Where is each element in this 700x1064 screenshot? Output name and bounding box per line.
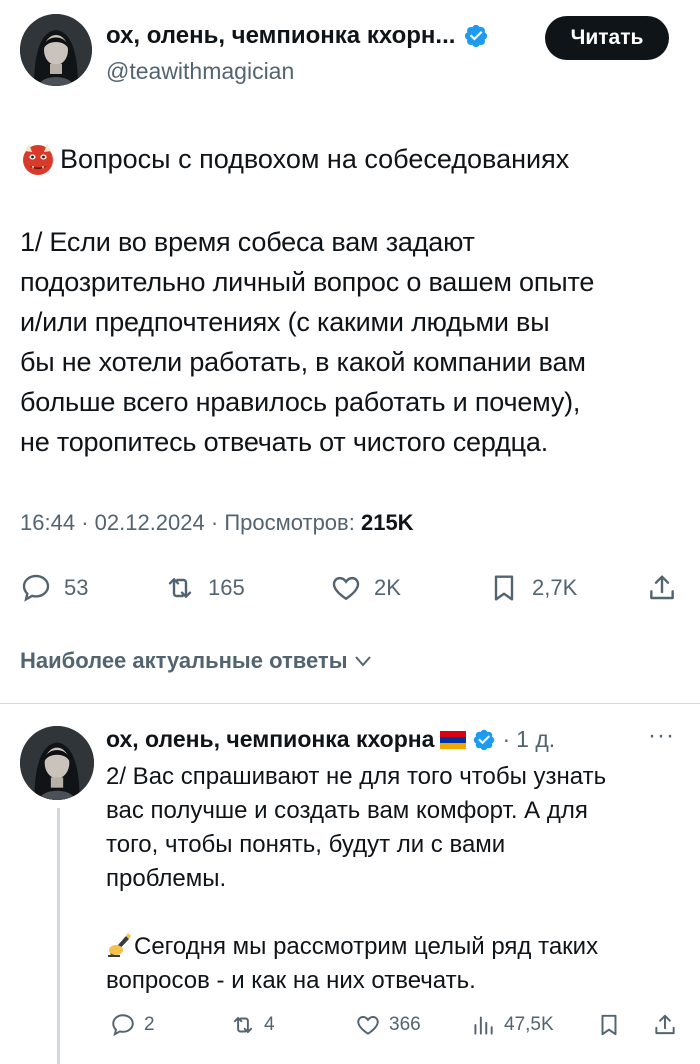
author-name-row[interactable]: ох, олень, чемпионка кхорн...	[106, 22, 489, 50]
ogre-emoji-icon	[23, 144, 53, 175]
retweet-icon	[233, 1016, 253, 1034]
tweet-meta: 16:44 · 02.12.2024 · Просмотров: 215K	[20, 510, 414, 536]
reply-body-line: вопросов - и как на них отвечать.	[106, 967, 476, 994]
meta-separator: ·	[210, 510, 225, 535]
reply-icon	[22, 574, 50, 602]
tweet-body-line: подозрительно личный вопрос о вашем опыт…	[20, 267, 595, 297]
tweet-title-text: Вопросы с подвохом на собеседованиях	[60, 144, 570, 174]
reply-like-button[interactable]: 366	[355, 1012, 421, 1038]
reply-views-count: 47,5K	[504, 1014, 554, 1035]
bookmark-button[interactable]: 2,7K	[488, 572, 577, 604]
tweet-body-line: не торопитесь отвечать от чистого сердца…	[20, 427, 549, 457]
reply-reply-count: 2	[144, 1014, 155, 1035]
reply-icon	[112, 1014, 134, 1037]
like-count: 2K	[374, 575, 401, 600]
reply-share-button[interactable]	[652, 1012, 678, 1038]
analytics-icon	[474, 1016, 493, 1035]
retweet-icon	[168, 578, 192, 598]
reply-retweet-count: 4	[264, 1014, 275, 1035]
reply-reply-button[interactable]: 2	[110, 1012, 155, 1038]
bookmark-count: 2,7K	[532, 575, 578, 600]
reply-body-line: вас получше и создать вам комфорт. А для	[106, 797, 588, 824]
share-icon	[650, 575, 674, 600]
views-count: 215K	[360, 510, 414, 535]
reply-button[interactable]: 53	[20, 572, 88, 604]
reply-author-name[interactable]: ох, олень, чемпионка кхорна	[106, 726, 434, 753]
bookmark-icon	[494, 575, 514, 601]
reply-actions-bar: 2 4 366 47,5K	[0, 1008, 700, 1048]
tweet-body-line: и/или предпочтениях (с какими людьми вы	[20, 307, 550, 337]
reply-time-separator: ·	[502, 726, 511, 752]
replies-sort-label: Наиболее актуальные ответы	[20, 648, 348, 673]
retweet-button[interactable]: 165	[164, 572, 245, 604]
meta-separator: ·	[81, 510, 95, 535]
like-button[interactable]: 2K	[330, 572, 401, 604]
author-avatar[interactable]	[20, 14, 92, 86]
writing-hand-emoji-icon	[108, 933, 131, 957]
reply-count: 53	[64, 575, 89, 600]
share-icon	[655, 1014, 675, 1035]
tweet-date[interactable]: 02.12.2024	[95, 510, 205, 535]
reply-body-line: того, чтобы понять, будут ли с вами	[106, 831, 506, 858]
tweet-title: Вопросы с подвохом на собеседованиях	[20, 140, 569, 178]
section-divider	[0, 703, 700, 704]
reply-body-line: проблемы.	[106, 865, 227, 892]
author-name[interactable]: ох, олень, чемпионка кхорн...	[106, 22, 455, 50]
reply-body-line: Сегодня мы рассмотрим целый ряд таких	[106, 930, 696, 964]
tweet-body: 1/ Если во время собеса вам задают подоз…	[20, 222, 690, 462]
verified-badge-icon	[474, 729, 495, 750]
follow-button[interactable]: Читать	[545, 16, 669, 60]
reply-like-count: 366	[389, 1014, 421, 1035]
more-options-icon[interactable]: ···	[648, 722, 675, 750]
tweet-body-line: 1/ Если во время собеса вам задают	[20, 227, 475, 257]
tweet-body-line: бы не хотели работать, в какой компании …	[20, 347, 586, 377]
reply-author-avatar[interactable]	[20, 726, 94, 800]
chevron-down-icon	[355, 656, 372, 667]
avatar-image	[20, 14, 92, 86]
tweet-body-line: больше всего нравилось работать и почему…	[20, 387, 581, 417]
avatar-image	[20, 726, 94, 800]
tweet-time[interactable]: 16:44	[20, 510, 75, 535]
share-button[interactable]	[646, 572, 678, 604]
reply-header: ох, олень, чемпионка кхорна · 1 д.	[106, 726, 555, 753]
heart-icon	[357, 1016, 379, 1035]
retweet-count: 165	[208, 575, 245, 600]
reply-body-line: 2/ Вас спрашивают не для того чтобы узна…	[106, 763, 607, 790]
author-handle[interactable]: @teawithmagician	[106, 58, 294, 85]
reply-retweet-button[interactable]: 4	[230, 1012, 275, 1038]
reply-bookmark-button[interactable]	[596, 1012, 622, 1038]
reply-time[interactable]: 1 д.	[516, 726, 555, 753]
replies-sort-dropdown[interactable]: Наиболее актуальные ответы	[20, 648, 373, 674]
bookmark-icon	[601, 1014, 617, 1036]
views-label: Просмотров:	[224, 510, 355, 535]
reply-body-text: Сегодня мы рассмотрим целый ряд таких	[134, 933, 599, 960]
heart-icon	[332, 576, 360, 601]
verified-badge-icon	[465, 24, 488, 48]
armenia-flag-icon	[440, 730, 467, 749]
reply-body: 2/ Вас спрашивают не для того чтобы узна…	[106, 760, 696, 998]
tweet-actions-bar: 53 165 2K 2,7K	[0, 560, 700, 620]
reply-views-button[interactable]: 47,5K	[470, 1012, 554, 1038]
